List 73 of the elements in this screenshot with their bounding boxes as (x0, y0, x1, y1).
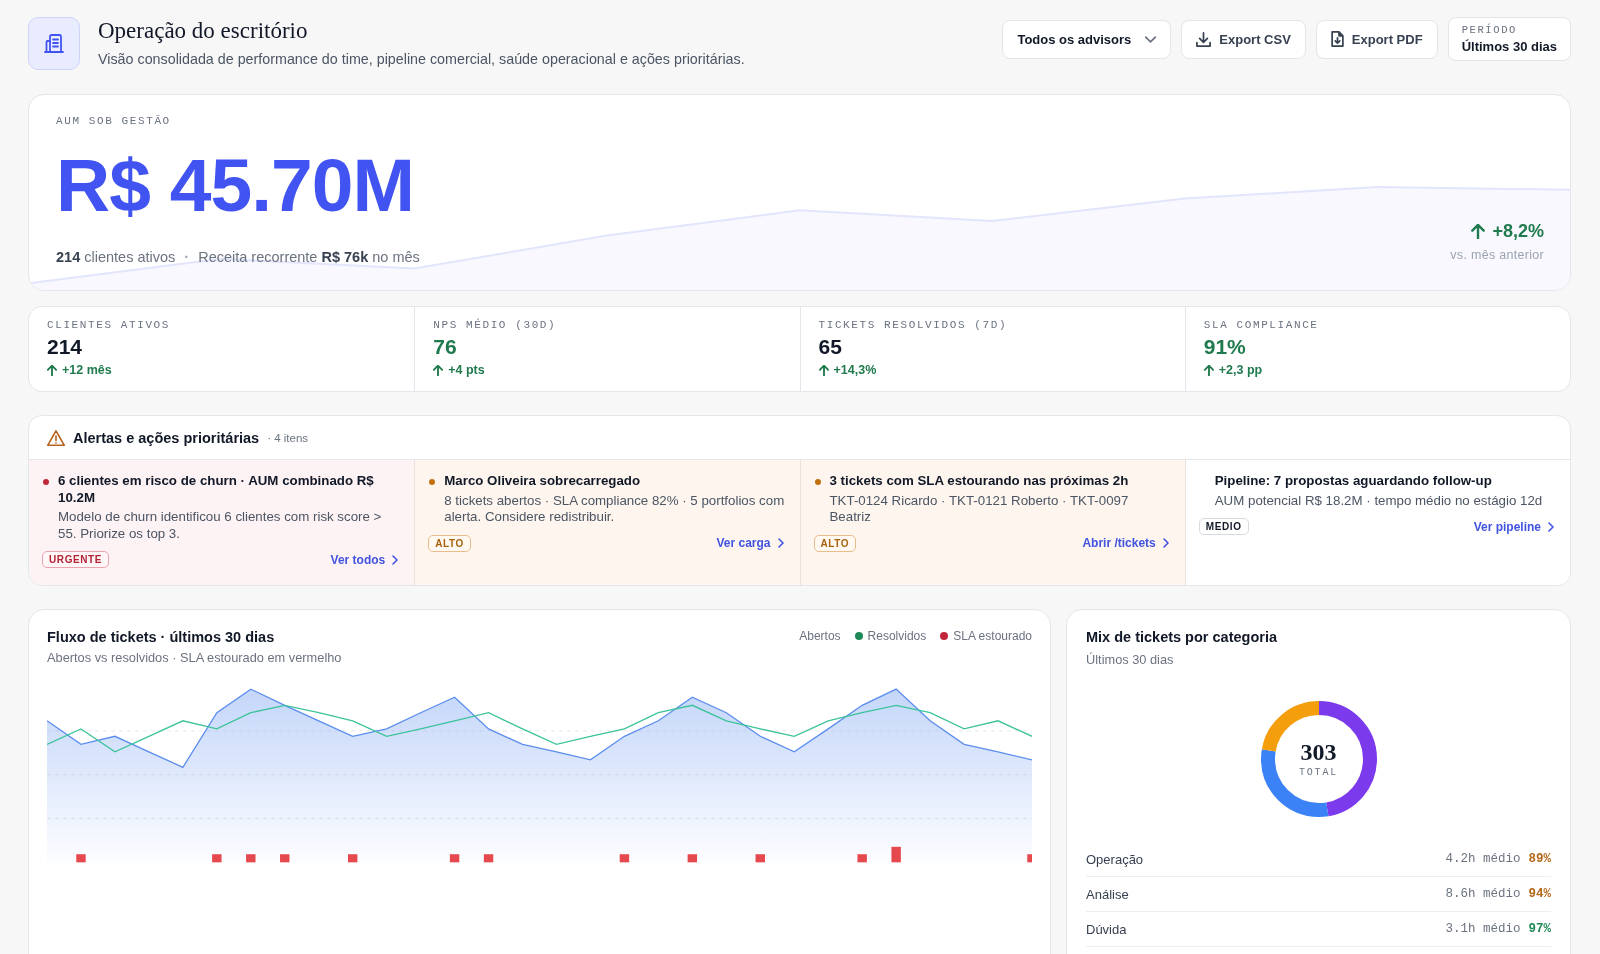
building-icon (28, 17, 80, 70)
chart-title: Fluxo de tickets · últimos 30 dias (47, 628, 276, 647)
aum-stat: 214 clientes ativos (56, 248, 176, 267)
alert-description: Modelo de churn identificou 6 clientes com risk score > 55. Priorize os top 3. (58, 509, 383, 542)
mix-title: Mix de tickets por categoria (1086, 628, 1278, 647)
kpi-value: 214 (47, 334, 84, 360)
kpi-label: NPS MÉDIO (30D) (433, 318, 558, 332)
kpi-value: 65 (818, 334, 843, 360)
alert-title: 3 tickets com SLA estourando nas próximas 2h (829, 473, 1130, 490)
file-download-icon (1330, 31, 1344, 47)
sla-rate: 94% (1528, 887, 1551, 901)
donut-total-label: TOTAL (1299, 765, 1338, 779)
kpi-label: CLIENTES ATIVOS (47, 318, 172, 332)
page-title: Operação do escritório (98, 17, 309, 45)
status-dot-icon (43, 479, 49, 485)
mix-subtitle: Últimos 30 dias (1086, 651, 1175, 669)
priority-tag: URGENTE (42, 551, 110, 568)
chevron-down-icon (1145, 35, 1157, 43)
warning-icon (47, 429, 65, 446)
kpi-delta: +12 mês (62, 362, 112, 378)
chevron-right-icon (777, 538, 784, 548)
kpi-delta: +2,3 pp (1218, 362, 1263, 378)
download-icon (1196, 31, 1212, 47)
alert-link[interactable]: Ver carga (716, 536, 784, 550)
donut-total: 303 (1300, 739, 1337, 764)
category-name: Operação (1086, 851, 1144, 867)
kpi-value: 91% (1203, 334, 1247, 360)
sla-rate: 89% (1528, 852, 1551, 866)
aum-label: AUM SOB GESTÃO (56, 114, 172, 128)
alert-link[interactable]: Abrir /tickets (1082, 536, 1169, 550)
export-button[interactable]: Export PDF (1315, 19, 1438, 59)
alert-link[interactable]: Ver pipeline (1473, 519, 1554, 534)
alerts-title: Alertas e ações prioritárias (73, 429, 260, 446)
status-dot-icon (429, 479, 436, 485)
alert-description: TKT-0124 Ricardo · TKT-0121 Roberto · TKT-0097 Beatriz (829, 492, 1130, 526)
priority-tag: ALTO (428, 534, 471, 552)
period-selector[interactable]: PERÍODO Últimos 30 dias (1447, 17, 1571, 61)
chevron-right-icon (1162, 538, 1169, 548)
category-name: Dúvida (1086, 921, 1127, 937)
change-caption: vs. mês anterior (1450, 247, 1544, 264)
category-name: Análise (1086, 886, 1129, 902)
alert-title: Pipeline: 7 propostas aguardando follow-up (1214, 473, 1493, 490)
priority-tag: MEDIO (1198, 518, 1249, 535)
alert-link[interactable]: Ver todos (330, 552, 399, 567)
average-time: 8.6h médio (1445, 887, 1521, 901)
aum-change: +8,2% (1492, 220, 1544, 243)
chevron-right-icon (1548, 521, 1554, 532)
kpi-label: SLA COMPLIANCE (1203, 318, 1320, 332)
chart-subtitle: Abertos vs resolvidos · SLA estourado em vermelho (47, 649, 342, 667)
kpi-label: TICKETS RESOLVIDOS (7D) (818, 318, 1009, 332)
average-time: 4.2h médio (1445, 852, 1521, 866)
bullet-separator: · (184, 248, 190, 267)
priority-tag: ALTO (813, 534, 857, 552)
alert-description: 8 tickets abertos · SLA compliance 82% · 5 portfolios com alerta. Considere redistribuir. (444, 492, 786, 526)
alert-title: 6 clientes em risco de churn · AUM combinado R$ 10.2M (58, 473, 375, 506)
legend-label: SLA estourado (953, 628, 1032, 645)
export-button[interactable]: Export CSV (1181, 19, 1306, 59)
kpi-delta: +4 pts (448, 362, 485, 378)
alert-title: Marco Oliveira sobrecarregado (444, 473, 642, 490)
kpi-value: 76 (433, 334, 458, 360)
alerts-count: · 4 itens (267, 431, 309, 444)
average-time: 3.1h médio (1445, 922, 1521, 936)
alert-description: AUM potencial R$ 18.2M · tempo médio no estágio 12d (1214, 492, 1543, 509)
aum-stat: Receita recorrente R$ 76k no mês (198, 248, 420, 267)
status-dot-icon (814, 479, 821, 485)
sla-rate: 97% (1528, 922, 1551, 936)
kpi-delta: +14,3% (833, 362, 877, 378)
legend-label: Abertos (799, 628, 841, 645)
advisor-select[interactable]: Todos os advisors (1002, 19, 1172, 59)
aum-value: R$ 45.70M (56, 145, 415, 225)
chevron-right-icon (392, 554, 399, 565)
page-subtitle: Visão consolidada de performance do time, pipeline comercial, saúde operacional e ações prioritárias. (98, 50, 746, 69)
legend-label: Resolvidos (867, 628, 927, 645)
